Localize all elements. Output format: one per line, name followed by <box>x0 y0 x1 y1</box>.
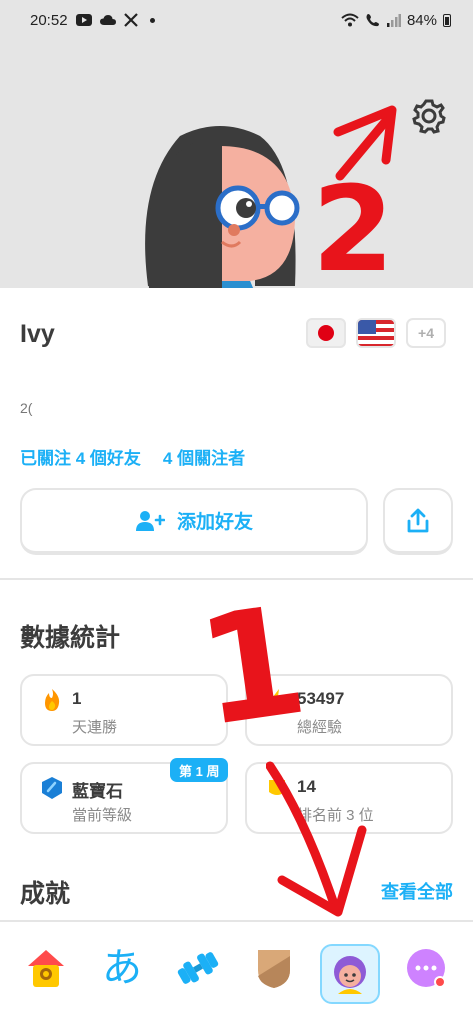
share-button[interactable] <box>383 488 453 555</box>
shield-icon <box>258 950 290 988</box>
call-icon <box>366 14 379 27</box>
achievements-title: 成就 <box>20 880 71 908</box>
profile-hero <box>0 40 473 288</box>
section-divider <box>0 578 473 580</box>
stat-label: 天連勝 <box>72 719 118 736</box>
week-badge: 第 1 周 <box>170 758 229 782</box>
settings-gear-icon[interactable] <box>411 98 447 134</box>
hiragana-icon: あ <box>102 945 142 991</box>
joined-date: 2( <box>20 400 33 416</box>
lightning-icon <box>269 689 285 711</box>
sapphire-league-icon <box>42 777 62 799</box>
following-link[interactable]: 已關注 4 個好友 <box>20 444 141 469</box>
add-friend-label: 添加好友 <box>176 512 253 533</box>
course-flags: +4 <box>306 318 446 348</box>
share-icon <box>407 508 429 532</box>
notification-dot-icon <box>149 17 155 23</box>
status-time: 20:52 <box>30 11 68 29</box>
follow-row: 已關注 4 個好友 4 個關注者 <box>20 444 245 469</box>
tab-characters[interactable]: あ <box>98 944 146 992</box>
stat-value: 藍寶石 <box>72 782 123 801</box>
stat-label: 總經驗 <box>297 719 343 736</box>
add-friend-button[interactable]: 添加好友 <box>20 488 368 555</box>
stat-label: 當前等級 <box>72 807 133 824</box>
home-icon <box>28 950 64 987</box>
bottom-tab-bar: あ <box>0 920 473 1024</box>
profile-avatar-large <box>145 126 300 288</box>
cloud-icon <box>99 15 116 25</box>
x-icon <box>123 13 138 27</box>
japan-flag-icon[interactable] <box>306 318 346 348</box>
tab-leagues[interactable] <box>250 944 298 992</box>
more-icon <box>407 949 446 988</box>
stat-value: 14 <box>297 777 316 796</box>
see-all-link[interactable]: 查看全部 <box>381 878 453 904</box>
status-bar: 20:52 84% <box>0 0 473 40</box>
youtube-icon <box>75 14 92 26</box>
tab-home[interactable] <box>22 944 70 992</box>
tab-profile[interactable] <box>320 944 380 1004</box>
stat-card-xp: 53497 總經驗 <box>245 674 453 746</box>
dumbbell-icon <box>177 952 219 984</box>
medal-icon <box>269 780 285 795</box>
battery-icon <box>443 13 451 27</box>
avatar-icon <box>334 956 366 994</box>
tab-practice[interactable] <box>174 944 222 992</box>
wifi-icon <box>341 13 359 27</box>
more-courses-badge[interactable]: +4 <box>406 318 446 348</box>
add-user-icon <box>135 510 165 531</box>
stat-label: 排名前 3 位 <box>297 807 374 824</box>
stats-title: 數據統計 <box>20 624 121 652</box>
tab-more[interactable] <box>402 944 450 992</box>
battery-level: 84% <box>406 11 437 29</box>
signal-icon <box>386 14 401 27</box>
stat-value: 53497 <box>297 689 345 708</box>
stat-value: 1 <box>72 689 82 708</box>
usa-flag-icon[interactable] <box>356 318 396 348</box>
stat-card-streak: 1 天連勝 <box>20 674 228 746</box>
flame-icon <box>45 689 60 711</box>
profile-name: Ivy <box>20 320 55 348</box>
stat-card-top3: 14 排名前 3 位 <box>245 762 453 834</box>
followers-link[interactable]: 4 個關注者 <box>163 444 245 469</box>
